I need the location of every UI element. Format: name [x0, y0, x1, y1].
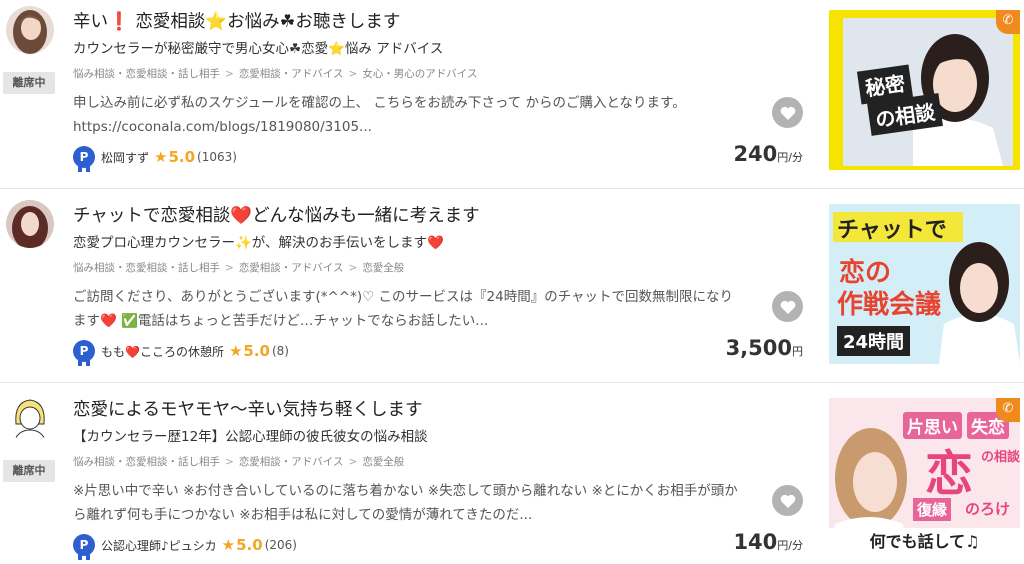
price: 140円/分	[733, 530, 803, 554]
chevron-right-icon: >	[348, 262, 358, 274]
thumbnail-label: チャットで	[837, 218, 947, 243]
service-title[interactable]: チャットで恋愛相談❤️どんな悩みも一緒に考えます	[73, 202, 480, 227]
seller-meta: P もも❤️こころの休憩所 ★ 5.0 (8)	[73, 339, 289, 366]
price-amount: 3,500	[725, 336, 792, 360]
seller-avatar[interactable]	[6, 200, 54, 248]
service-thumbnail[interactable]: 片思い 失恋 恋 の相談 復縁 のろけ 何でも話して♫ ✆	[829, 398, 1020, 556]
seller-avatar[interactable]	[6, 394, 54, 442]
breadcrumb-item[interactable]: 悩み相談・恋愛相談・話し相手	[73, 456, 220, 468]
breadcrumb-item[interactable]: 恋愛全般	[362, 262, 404, 274]
thumbnail-label: のろけ	[965, 500, 1011, 518]
price-unit: 円/分	[777, 151, 803, 164]
platinum-badge-icon: P	[73, 340, 95, 366]
service-subtitle: カウンセラーが秘密厳守で男心女心☘恋愛⭐悩み アドバイス	[73, 41, 444, 57]
thumbnail-label: 作戦会議	[837, 290, 942, 320]
service-card[interactable]: 離席中 恋愛によるモヤモヤ〜辛い気持ち軽くします 【カウンセラー歴12年】公認心…	[0, 388, 1024, 564]
heart-icon	[780, 106, 795, 120]
seller-name[interactable]: 公認心理師♪ピュシカ	[101, 537, 217, 554]
breadcrumb-item[interactable]: 悩み相談・恋愛相談・話し相手	[73, 68, 220, 80]
price: 3,500円	[726, 336, 803, 360]
service-card[interactable]: チャットで恋愛相談❤️どんな悩みも一緒に考えます 恋愛プロ心理カウンセラー✨が、…	[0, 194, 1024, 383]
service-title[interactable]: 辛い❗ 恋愛相談⭐お悩み☘お聴きします	[73, 8, 400, 33]
favorite-button[interactable]	[772, 485, 803, 516]
seller-name[interactable]: もも❤️こころの休憩所	[101, 343, 224, 360]
price-amount: 140	[733, 530, 778, 554]
price-amount: 240	[733, 142, 778, 166]
service-description: ※片思い中で辛い ※お付き合いしているのに落ち着かない ※失恋して頭から離れない…	[73, 483, 738, 523]
breadcrumb: 悩み相談・恋愛相談・話し相手 > 恋愛相談・アドバイス > 女心・男心のアドバイス	[73, 66, 478, 81]
service-card[interactable]: 離席中 辛い❗ 恋愛相談⭐お悩み☘お聴きします カウンセラーが秘密厳守で男心女心…	[0, 0, 1024, 189]
service-thumbnail[interactable]: 秘密 の相談 ✆	[829, 10, 1020, 170]
rating-value: 5.0	[168, 148, 196, 166]
chevron-right-icon: >	[348, 456, 358, 468]
breadcrumb-item[interactable]: 恋愛全般	[362, 456, 404, 468]
review-count: (206)	[264, 538, 297, 552]
thumbnail-label: の相談	[981, 450, 1020, 465]
service-title[interactable]: 恋愛によるモヤモヤ〜辛い気持ち軽くします	[73, 396, 422, 421]
price-unit: 円/分	[777, 539, 803, 552]
star-icon: ★	[228, 342, 243, 360]
breadcrumb: 悩み相談・恋愛相談・話し相手 > 恋愛相談・アドバイス > 恋愛全般	[73, 454, 404, 469]
thumbnail-label: 何でも話して♫	[829, 528, 1020, 556]
price: 240円/分	[733, 142, 803, 166]
rating-value: 5.0	[243, 342, 270, 360]
heart-icon	[780, 300, 795, 314]
breadcrumb-item[interactable]: 悩み相談・恋愛相談・話し相手	[73, 262, 220, 274]
phone-icon: ✆	[996, 10, 1020, 34]
rating-value: 5.0	[236, 536, 263, 554]
seller-meta: P 公認心理師♪ピュシカ ★ 5.0 (206)	[73, 533, 297, 560]
star-icon: ★	[221, 536, 236, 554]
thumbnail-label: 復縁	[913, 498, 952, 521]
away-badge: 離席中	[3, 460, 55, 482]
star-icon: ★	[154, 148, 168, 166]
platinum-badge-icon: P	[73, 146, 95, 172]
breadcrumb-item[interactable]: 恋愛相談・アドバイス	[239, 262, 344, 274]
service-description: 申し込み前に必ず私のスケジュールを確認の上、 こちらをお読み下さって からのご購…	[73, 95, 686, 135]
chevron-right-icon: >	[225, 262, 234, 274]
divider	[0, 188, 1024, 189]
breadcrumb: 悩み相談・恋愛相談・話し相手 > 恋愛相談・アドバイス > 恋愛全般	[73, 260, 404, 275]
breadcrumb-item[interactable]: 恋愛相談・アドバイス	[239, 68, 344, 80]
favorite-button[interactable]	[772, 291, 803, 322]
chevron-right-icon: >	[225, 456, 234, 468]
service-list: 離席中 辛い❗ 恋愛相談⭐お悩み☘お聴きします カウンセラーが秘密厳守で男心女心…	[0, 0, 1024, 564]
chevron-right-icon: >	[348, 68, 358, 80]
service-description: ご訪問くださり、ありがとうございます(*^^*)♡ このサービスは『24時間』の…	[73, 289, 734, 329]
thumbnail-label: 恋	[925, 446, 974, 502]
review-count: (1063)	[197, 150, 237, 164]
price-unit: 円	[792, 345, 803, 358]
breadcrumb-item[interactable]: 恋愛相談・アドバイス	[239, 456, 344, 468]
phone-icon: ✆	[996, 398, 1020, 422]
service-subtitle: 【カウンセラー歴12年】公認心理師の彼氏彼女の悩み相談	[73, 429, 428, 445]
review-count: (8)	[271, 344, 289, 358]
seller-avatar[interactable]	[6, 6, 54, 54]
divider	[0, 382, 1024, 383]
seller-name[interactable]: 松岡すず	[101, 149, 149, 166]
favorite-button[interactable]	[772, 97, 803, 128]
chevron-right-icon: >	[225, 68, 234, 80]
heart-icon	[780, 494, 795, 508]
service-thumbnail[interactable]: チャットで 恋の 作戦会議 24時間	[829, 204, 1020, 364]
service-subtitle: 恋愛プロ心理カウンセラー✨が、解決のお手伝いをします❤️	[73, 235, 444, 251]
thumbnail-label: 24時間	[837, 326, 911, 356]
platinum-badge-icon: P	[73, 534, 95, 560]
breadcrumb-item[interactable]: 女心・男心のアドバイス	[362, 68, 477, 80]
away-badge: 離席中	[3, 72, 55, 94]
seller-meta: P 松岡すず ★ 5.0 (1063)	[73, 145, 237, 172]
